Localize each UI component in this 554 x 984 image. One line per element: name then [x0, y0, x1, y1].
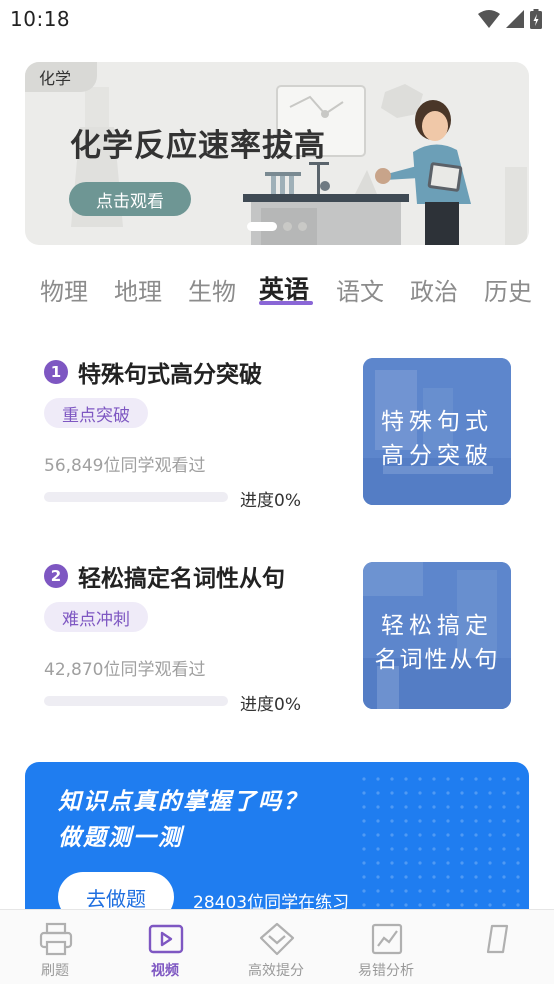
course-tag: 难点冲刺	[44, 602, 148, 632]
course-progress-bar	[44, 492, 228, 502]
tab-chinese[interactable]: 语文	[336, 272, 384, 307]
course-thumbnail[interactable]: 特殊句式 高分突破	[363, 358, 511, 505]
nav-item-boost[interactable]: 高效提分	[221, 910, 331, 984]
tab-politics[interactable]: 政治	[410, 272, 458, 307]
course-view-count: 56,849位同学观看过	[44, 456, 206, 476]
chevron-badge-icon	[259, 922, 295, 956]
tab-geography[interactable]: 地理	[114, 272, 162, 307]
carousel-dot	[298, 222, 307, 231]
battery-icon	[530, 9, 542, 29]
practice-headline: 知识点真的掌握了吗？	[58, 789, 308, 815]
nav-item-practice[interactable]: 刷题	[0, 910, 110, 984]
bottom-nav: 刷题 视频 高效提分 易错分析	[0, 909, 554, 984]
carousel-dot	[283, 222, 292, 231]
course-progress-bar	[44, 696, 228, 706]
course-progress-label: 进度0%	[240, 695, 301, 715]
screen: 10:18 化学 化学反应速率拔高 点击观看 物理 地理 生物 英语 语文 政治…	[0, 0, 554, 984]
printer-icon	[39, 922, 73, 956]
signal-icon	[506, 10, 524, 28]
nav-item-notes[interactable]	[441, 910, 551, 984]
course-number-badge: 2	[44, 564, 68, 588]
nav-item-video[interactable]: 视频	[110, 910, 220, 984]
banner-subject-tag: 化学	[25, 62, 97, 92]
carousel-indicator	[247, 222, 307, 231]
tab-physics[interactable]: 物理	[40, 272, 88, 307]
status-time: 10:18	[10, 7, 71, 31]
nav-item-mistakes[interactable]: 易错分析	[331, 910, 441, 984]
active-tab-indicator	[259, 301, 313, 305]
thumbnail-title-line2: 高分突破	[381, 443, 493, 469]
course-title: 轻松搞定名词性从句	[78, 566, 285, 592]
status-icons	[478, 9, 542, 29]
tab-biology[interactable]: 生物	[188, 272, 236, 307]
thumbnail-title-line2: 名词性从句	[374, 647, 500, 673]
nav-label: 易错分析	[358, 963, 414, 979]
nav-label: 视频	[151, 963, 179, 979]
practice-subheadline: 做题测一测	[58, 825, 183, 851]
course-item[interactable]: 2 轻松搞定名词性从句 难点冲刺 42,870位同学观看过 进度0% 轻松搞定 …	[0, 562, 554, 722]
banner-title: 化学反应速率拔高	[70, 128, 326, 164]
thumbnail-title-line1: 特殊句式	[381, 409, 493, 435]
thumbnail-title-line1: 轻松搞定	[381, 613, 493, 639]
tab-history[interactable]: 历史	[484, 272, 532, 307]
practice-card[interactable]: 知识点真的掌握了吗？ 做题测一测 去做题 28403位同学在练习	[25, 762, 529, 932]
course-progress-label: 进度0%	[240, 491, 301, 511]
chart-icon	[371, 923, 403, 955]
course-thumbnail[interactable]: 轻松搞定 名词性从句	[363, 562, 511, 709]
nav-label: 高效提分	[248, 963, 304, 979]
status-bar: 10:18	[0, 0, 554, 40]
course-number-badge: 1	[44, 360, 68, 384]
course-title: 特殊句式高分突破	[78, 362, 262, 388]
video-play-icon	[148, 924, 184, 954]
nav-label: 刷题	[41, 963, 69, 979]
promo-banner[interactable]: 化学 化学反应速率拔高 点击观看	[25, 62, 529, 245]
course-view-count: 42,870位同学观看过	[44, 660, 206, 680]
wifi-icon	[478, 10, 500, 28]
notebook-icon	[486, 924, 509, 954]
course-tag: 重点突破	[44, 398, 148, 428]
subject-tabs: 物理 地理 生物 英语 语文 政治 历史	[0, 268, 554, 312]
course-item[interactable]: 1 特殊句式高分突破 重点突破 56,849位同学观看过 进度0% 特殊句式 高…	[0, 358, 554, 518]
carousel-dot-active	[247, 222, 277, 231]
banner-watch-button[interactable]: 点击观看	[69, 182, 191, 216]
